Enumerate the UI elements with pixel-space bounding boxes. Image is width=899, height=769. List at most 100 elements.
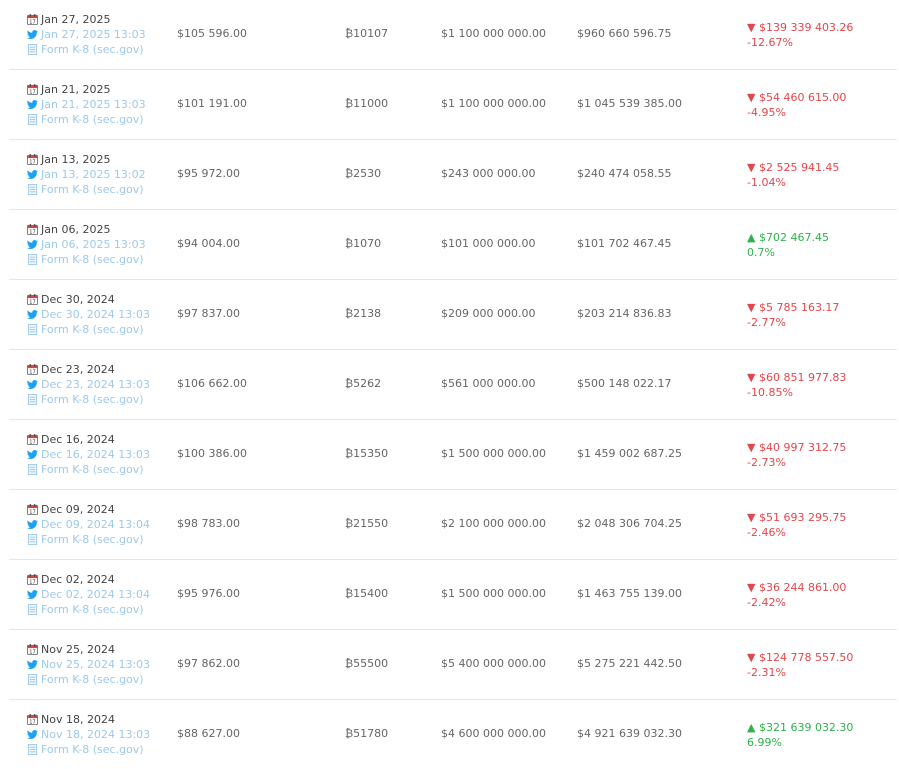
change-cell: ▲ $321 639 032.30 6.99% [747,720,853,750]
tweet-link[interactable]: Dec 09, 2024 13:04 [27,517,177,532]
filing-link-text[interactable]: Form K-8 (sec.gov) [41,392,144,407]
btc-amount-cell: ₿11000 [345,97,389,110]
tweet-link[interactable]: Jan 06, 2025 13:03 [27,237,177,252]
tweet-link[interactable]: Dec 23, 2024 13:03 [27,377,177,392]
date-cell: 17 Dec 02, 2024 Dec 02, 2024 13:04 Form … [27,572,177,617]
tweet-link[interactable]: Jan 27, 2025 13:03 [27,27,177,42]
tweet-link-text[interactable]: Jan 27, 2025 13:03 [41,27,146,42]
svg-text:17: 17 [29,649,35,655]
svg-text:17: 17 [29,229,35,235]
tweet-link[interactable]: Nov 18, 2024 13:03 [27,727,177,742]
purchase-date: 17 Dec 23, 2024 [27,362,177,377]
filing-link-text[interactable]: Form K-8 (sec.gov) [41,42,144,57]
btc-price-cell: $88 627.00 [177,727,240,740]
table-row: 17 Jan 06, 2025 Jan 06, 2025 13:03 Form … [9,210,897,280]
twitter-icon [27,660,38,669]
document-icon [27,534,38,545]
current-value-cell: $203 214 836.83 [577,307,672,320]
tweet-link-text[interactable]: Nov 25, 2024 13:03 [41,657,150,672]
table-row: 17 Dec 02, 2024 Dec 02, 2024 13:04 Form … [9,560,897,630]
tweet-link[interactable]: Dec 02, 2024 13:04 [27,587,177,602]
filing-link[interactable]: Form K-8 (sec.gov) [27,532,177,547]
date-cell: 17 Nov 18, 2024 Nov 18, 2024 13:03 Form … [27,712,177,757]
calendar-icon: 17 [27,224,38,235]
document-icon [27,394,38,405]
document-icon [27,114,38,125]
btc-amount-cell: ₿21550 [345,517,389,530]
tweet-link[interactable]: Jan 13, 2025 13:02 [27,167,177,182]
twitter-icon [27,590,38,599]
calendar-icon: 17 [27,504,38,515]
purchase-date-text: Jan 06, 2025 [41,223,111,236]
purchase-date: 17 Dec 16, 2024 [27,432,177,447]
filing-link[interactable]: Form K-8 (sec.gov) [27,182,177,197]
filing-link-text[interactable]: Form K-8 (sec.gov) [41,532,144,547]
filing-link[interactable]: Form K-8 (sec.gov) [27,322,177,337]
cost-cell: $243 000 000.00 [441,167,536,180]
btc-price-cell: $97 837.00 [177,307,240,320]
tweet-link-text[interactable]: Dec 02, 2024 13:04 [41,587,150,602]
purchase-date-text: Dec 02, 2024 [41,573,115,586]
tweet-link[interactable]: Dec 16, 2024 13:03 [27,447,177,462]
tweet-link[interactable]: Dec 30, 2024 13:03 [27,307,177,322]
filing-link[interactable]: Form K-8 (sec.gov) [27,602,177,617]
btc-price-cell: $98 783.00 [177,517,240,530]
btc-amount-cell: ₿2530 [345,167,382,180]
filing-link[interactable]: Form K-8 (sec.gov) [27,252,177,267]
purchase-date: 17 Dec 09, 2024 [27,502,177,517]
filing-link-text[interactable]: Form K-8 (sec.gov) [41,322,144,337]
tweet-link-text[interactable]: Dec 30, 2024 13:03 [41,307,150,322]
btc-price-cell: $106 662.00 [177,377,247,390]
change-percent: -2.46% [747,526,786,539]
twitter-icon [27,380,38,389]
tweet-link-text[interactable]: Jan 06, 2025 13:03 [41,237,146,252]
filing-link[interactable]: Form K-8 (sec.gov) [27,672,177,687]
purchase-date: 17 Jan 27, 2025 [27,12,177,27]
filing-link-text[interactable]: Form K-8 (sec.gov) [41,602,144,617]
tweet-link[interactable]: Nov 25, 2024 13:03 [27,657,177,672]
filing-link[interactable]: Form K-8 (sec.gov) [27,742,177,757]
btc-price-cell: $94 004.00 [177,237,240,250]
change-amount: ▼ $2 525 941.45 [747,161,840,174]
purchase-date: 17 Nov 18, 2024 [27,712,177,727]
current-value-cell: $1 463 755 139.00 [577,587,682,600]
current-value-cell: $960 660 596.75 [577,27,672,40]
tweet-link-text[interactable]: Nov 18, 2024 13:03 [41,727,150,742]
cost-cell: $561 000 000.00 [441,377,536,390]
filing-link-text[interactable]: Form K-8 (sec.gov) [41,672,144,687]
filing-link-text[interactable]: Form K-8 (sec.gov) [41,462,144,477]
document-icon [27,44,38,55]
table-row: 17 Jan 21, 2025 Jan 21, 2025 13:03 Form … [9,70,897,140]
calendar-icon: 17 [27,644,38,655]
filing-link-text[interactable]: Form K-8 (sec.gov) [41,112,144,127]
tweet-link-text[interactable]: Dec 23, 2024 13:03 [41,377,150,392]
change-cell: ▼ $2 525 941.45 -1.04% [747,160,839,190]
change-percent: -12.67% [747,36,793,49]
tweet-link-text[interactable]: Jan 21, 2025 13:03 [41,97,146,112]
filing-link-text[interactable]: Form K-8 (sec.gov) [41,182,144,197]
tweet-link-text[interactable]: Dec 16, 2024 13:03 [41,447,150,462]
svg-text:17: 17 [29,19,35,25]
cost-cell: $1 100 000 000.00 [441,27,546,40]
filing-link[interactable]: Form K-8 (sec.gov) [27,112,177,127]
filing-link[interactable]: Form K-8 (sec.gov) [27,462,177,477]
calendar-icon: 17 [27,574,38,585]
filing-link[interactable]: Form K-8 (sec.gov) [27,392,177,407]
filing-link-text[interactable]: Form K-8 (sec.gov) [41,252,144,267]
purchase-date-text: Dec 16, 2024 [41,433,115,446]
date-cell: 17 Jan 21, 2025 Jan 21, 2025 13:03 Form … [27,82,177,127]
btc-amount-cell: ₿10107 [345,27,389,40]
btc-amount-cell: ₿15400 [345,587,389,600]
tweet-link[interactable]: Jan 21, 2025 13:03 [27,97,177,112]
table-row: 17 Nov 18, 2024 Nov 18, 2024 13:03 Form … [9,700,897,769]
purchase-date: 17 Dec 30, 2024 [27,292,177,307]
filing-link[interactable]: Form K-8 (sec.gov) [27,42,177,57]
filing-link-text[interactable]: Form K-8 (sec.gov) [41,742,144,757]
svg-text:17: 17 [29,719,35,725]
table-row: 17 Dec 16, 2024 Dec 16, 2024 13:03 Form … [9,420,897,490]
document-icon [27,184,38,195]
tweet-link-text[interactable]: Dec 09, 2024 13:04 [41,517,150,532]
btc-price-cell: $105 596.00 [177,27,247,40]
calendar-icon: 17 [27,14,38,25]
tweet-link-text[interactable]: Jan 13, 2025 13:02 [41,167,146,182]
